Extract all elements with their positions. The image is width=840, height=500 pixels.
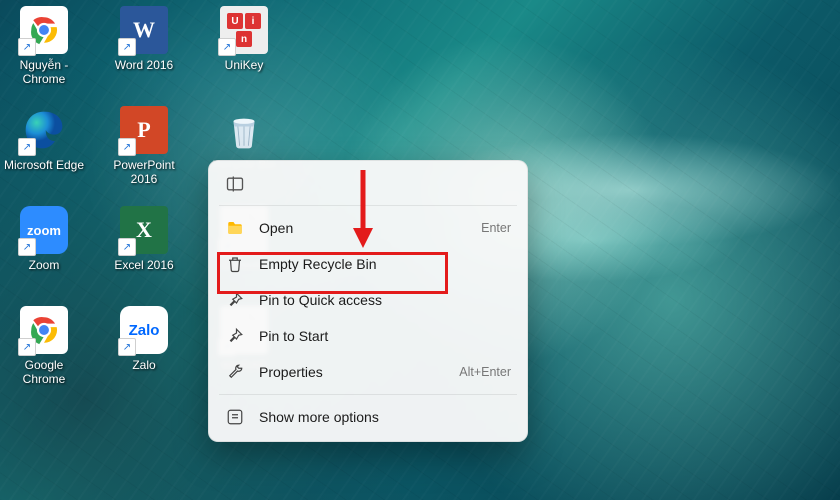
shortcut-arrow-icon: ↗ bbox=[18, 138, 36, 156]
shortcut-arrow-icon: ↗ bbox=[118, 138, 136, 156]
context-menu: Open Enter Empty Recycle Bin Pin to Quic… bbox=[208, 160, 528, 442]
desktop-icon-label: Excel 2016 bbox=[114, 258, 173, 272]
menu-item-open[interactable]: Open Enter bbox=[215, 210, 521, 246]
desktop-icon-msedge[interactable]: ↗ Microsoft Edge bbox=[0, 100, 88, 200]
menu-item-label: Properties bbox=[259, 364, 459, 380]
menu-item-show-more-options[interactable]: Show more options bbox=[215, 399, 521, 435]
desktop-icon-label: Google Chrome bbox=[2, 358, 86, 386]
desktop-icon-zalo[interactable]: Zalo ↗ Zalo bbox=[100, 300, 188, 400]
desktop-icon-label: Microsoft Edge bbox=[4, 158, 84, 172]
shortcut-arrow-icon: ↗ bbox=[18, 338, 36, 356]
recycle-bin-icon bbox=[223, 109, 265, 151]
shortcut-arrow-icon: ↗ bbox=[18, 238, 36, 256]
desktop-icon-word[interactable]: W ↗ Word 2016 bbox=[100, 0, 188, 100]
menu-item-pin-start[interactable]: Pin to Start bbox=[215, 318, 521, 354]
unikey-icon: n bbox=[236, 31, 252, 47]
menu-item-label: Pin to Start bbox=[259, 328, 511, 344]
pin-icon bbox=[225, 326, 245, 346]
desktop-icon-label: Word 2016 bbox=[115, 58, 173, 72]
desktop-icon-label: PowerPoint 2016 bbox=[102, 158, 186, 186]
menu-item-pin-quick-access[interactable]: Pin to Quick access bbox=[215, 282, 521, 318]
menu-item-label: Open bbox=[259, 220, 481, 236]
unikey-icon: U bbox=[227, 13, 243, 29]
shortcut-arrow-icon: ↗ bbox=[18, 38, 36, 56]
shortcut-arrow-icon: ↗ bbox=[118, 238, 136, 256]
pin-icon bbox=[225, 290, 245, 310]
menu-item-shortcut: Alt+Enter bbox=[459, 365, 511, 379]
menu-item-label: Show more options bbox=[259, 409, 511, 425]
menu-item-label: Pin to Quick access bbox=[259, 292, 511, 308]
desktop-icon-zoom[interactable]: zoom ↗ Zoom bbox=[0, 200, 88, 300]
zoom-icon: zoom bbox=[27, 223, 61, 238]
more-options-icon bbox=[225, 407, 245, 427]
desktop-icon-nguyen-chrome[interactable]: ↗ Nguyễn - Chrome bbox=[0, 0, 88, 100]
menu-item-shortcut: Enter bbox=[481, 221, 511, 235]
desktop-icon-empty bbox=[100, 400, 188, 500]
word-icon: W bbox=[133, 17, 155, 43]
desktop-icon-unikey[interactable]: U i n ↗ UniKey bbox=[200, 0, 288, 100]
menu-item-empty-recycle-bin[interactable]: Empty Recycle Bin bbox=[215, 246, 521, 282]
zalo-icon: Zalo bbox=[129, 322, 160, 339]
shortcut-arrow-icon: ↗ bbox=[218, 38, 236, 56]
desktop-wallpaper[interactable]: ↗ Nguyễn - Chrome ↗ Microsoft Edge zoom … bbox=[0, 0, 840, 500]
desktop-icon-empty bbox=[0, 400, 88, 500]
desktop-icon-label: Nguyễn - Chrome bbox=[2, 58, 86, 86]
desktop-icon-chrome[interactable]: ↗ Google Chrome bbox=[0, 300, 88, 400]
rename-icon[interactable] bbox=[225, 174, 245, 194]
shortcut-arrow-icon: ↗ bbox=[118, 38, 136, 56]
menu-separator bbox=[219, 205, 517, 206]
shortcut-arrow-icon: ↗ bbox=[118, 338, 136, 356]
excel-icon: X bbox=[136, 217, 152, 243]
menu-item-properties[interactable]: Properties Alt+Enter bbox=[215, 354, 521, 390]
desktop-icon-label: Zalo bbox=[132, 358, 155, 372]
menu-item-label: Empty Recycle Bin bbox=[259, 256, 511, 272]
context-menu-toolbar bbox=[215, 167, 521, 201]
desktop-icon-excel[interactable]: X ↗ Excel 2016 bbox=[100, 200, 188, 300]
powerpoint-icon: P bbox=[137, 117, 150, 143]
wrench-icon bbox=[225, 362, 245, 382]
folder-icon bbox=[225, 218, 245, 238]
desktop-icon-powerpoint[interactable]: P ↗ PowerPoint 2016 bbox=[100, 100, 188, 200]
desktop-icon-label: Zoom bbox=[29, 258, 60, 272]
menu-separator bbox=[219, 394, 517, 395]
desktop-icon-label: UniKey bbox=[225, 58, 264, 72]
trash-icon bbox=[225, 254, 245, 274]
unikey-icon: i bbox=[245, 13, 261, 29]
